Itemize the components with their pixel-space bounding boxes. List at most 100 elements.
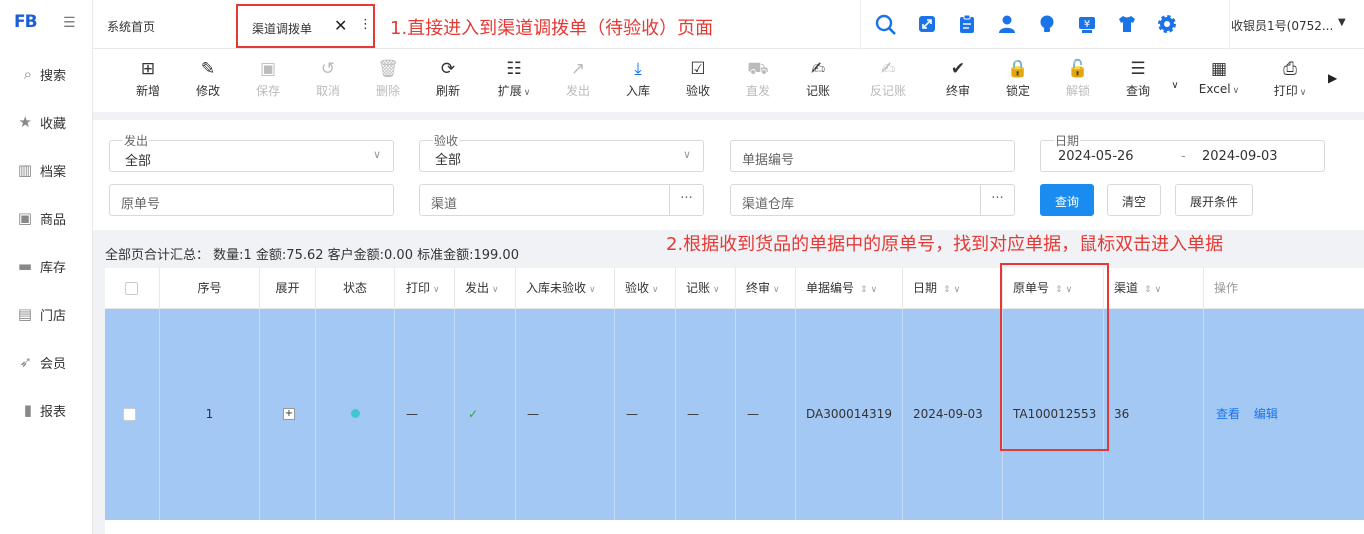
excel-button[interactable]: ▦ Excel ∨ (1191, 57, 1247, 96)
user-icon[interactable] (996, 14, 1018, 36)
sidebar-item-report[interactable]: ▮ 报表 (0, 390, 93, 430)
table-row[interactable]: 1 + — ✓ — — — — DA300014319 2024-09-03 T… (105, 309, 1364, 520)
inventory-icon: ▬ (17, 257, 32, 275)
cell-post: — (676, 309, 736, 520)
chevron-down-icon: ∨ (1232, 86, 1240, 96)
unlock-button[interactable]: 🔓 解锁 (1056, 57, 1100, 99)
direct-send-button[interactable]: ⛟ 直发 (736, 57, 780, 99)
bulb-icon[interactable] (1036, 14, 1058, 36)
close-icon[interactable]: ✕ (334, 16, 347, 35)
toolbar-more-icon[interactable]: ▶ (1328, 71, 1337, 85)
status-dot (351, 409, 360, 418)
send-button[interactable]: ↗ 发出 (556, 57, 600, 99)
query-dropdown[interactable]: ∨ (1165, 79, 1185, 91)
chevron-down-icon: ∨ (433, 285, 440, 295)
row-checkbox[interactable] (123, 408, 136, 421)
clipboard-icon[interactable] (956, 14, 978, 36)
cell-send: ✓ (455, 309, 516, 520)
edit-button[interactable]: ✎ 修改 (186, 57, 230, 99)
printer-icon: ⎙ (1283, 59, 1297, 79)
header-send[interactable]: 发出 ∨ (455, 268, 516, 309)
expand-conditions-button[interactable]: 展开条件 (1175, 184, 1253, 216)
sidebar-item-member[interactable]: ➶ 会员 (0, 342, 93, 382)
truck-icon: ⛟ (747, 59, 769, 79)
star-icon: ★ (18, 113, 32, 131)
save-button[interactable]: ▣ 保存 (246, 57, 290, 99)
top-bar: 系统首页 渠道调拨单 ✕ ⋮ 1.直接进入到渠道调拨单（待验收）页面 ¥ 收银员… (93, 0, 1364, 49)
edit-link[interactable]: 编辑 (1254, 407, 1278, 421)
chevron-down-icon: ∨ (953, 285, 961, 295)
gear-icon[interactable] (1156, 14, 1178, 36)
member-icon: ➶ (19, 353, 32, 371)
final-review-button[interactable]: ✔ 终审 (936, 57, 980, 99)
sidebar-item-store[interactable]: ▤ 门店 (0, 294, 93, 334)
header-seq: 序号 (160, 268, 260, 309)
chevron-down-icon: ∨ (652, 285, 659, 295)
goods-icon: ▣ (17, 209, 32, 227)
clear-button[interactable]: 清空 (1107, 184, 1161, 216)
channel-warehouse-input[interactable]: 渠道仓库 ··· (730, 184, 1015, 216)
header-date[interactable]: 日期 ⇕ ∨ (903, 268, 1003, 309)
send-select[interactable]: 发出 全部 ∨ (109, 134, 394, 172)
cell-seq: 1 (160, 309, 260, 520)
post-button[interactable]: ✍ 记账 (796, 57, 840, 99)
query-submit-button[interactable]: 查询 (1040, 184, 1094, 216)
sidebar-item-archive[interactable]: ▥ 档案 (0, 150, 93, 190)
resize-icon[interactable] (916, 14, 938, 36)
tab-home[interactable]: 系统首页 (107, 18, 155, 35)
warehouse-picker-button[interactable]: ··· (980, 185, 1014, 215)
report-icon: ▮ (23, 401, 32, 419)
refresh-button[interactable]: ⟳ 刷新 (426, 57, 470, 99)
sidebar-item-search[interactable]: ⌕ 搜索 (0, 54, 93, 94)
view-link[interactable]: 查看 (1216, 407, 1240, 421)
chevron-down-icon: ∨ (682, 148, 691, 161)
header-post[interactable]: 记账 ∨ (676, 268, 736, 309)
collapse-menu-icon[interactable]: ☰ (63, 15, 79, 31)
unpost-button[interactable]: ✍ 反记账 (866, 57, 910, 99)
header-print[interactable]: 打印 ∨ (395, 268, 455, 309)
accept-button[interactable]: ☑ 验收 (676, 57, 720, 99)
select-all-checkbox[interactable] (125, 282, 138, 295)
unledger-icon: ✍ (880, 59, 896, 79)
orig-no-input[interactable]: 原单号 (109, 184, 394, 216)
chevron-down-icon[interactable]: ▼ (1338, 17, 1346, 28)
lock-button[interactable]: 🔒 锁定 (996, 57, 1040, 99)
sidebar-item-goods[interactable]: ▣ 商品 (0, 198, 93, 238)
cancel-button[interactable]: ↺ 取消 (306, 57, 350, 99)
channel-picker-button[interactable]: ··· (669, 185, 703, 215)
header-channel[interactable]: 渠道 ⇕ ∨ (1104, 268, 1204, 309)
check-circle-icon: ✔ (950, 59, 966, 79)
user-name[interactable]: 收银员1号(0752... (1231, 17, 1333, 34)
plus-doc-icon: ⊞ (140, 59, 156, 79)
expand-row-button[interactable]: + (283, 408, 295, 420)
add-button[interactable]: ⊞ 新增 (126, 57, 170, 99)
extend-button[interactable]: ☷ 扩展 ∨ (491, 57, 537, 99)
sort-icon[interactable]: ⇕ (943, 285, 951, 295)
cashier-icon[interactable]: ¥ (1076, 14, 1098, 36)
table-header: 序号 展开 状态 打印 ∨ 发出 ∨ 入库未验收 ∨ 验收 ∨ 记账 ∨ 终审 ∨ 单据编号… (105, 268, 1364, 309)
date-range[interactable]: 日期 2024-05-26 - 2024-09-03 (1040, 134, 1325, 172)
accept-select[interactable]: 验收 全部 ∨ (419, 134, 704, 172)
table-icon: ▦ (1210, 59, 1228, 79)
header-accept[interactable]: 验收 ∨ (615, 268, 676, 309)
doc-no-input[interactable]: 单据编号 (730, 140, 1015, 172)
more-vertical-icon[interactable]: ⋮ (359, 17, 372, 32)
date-to[interactable]: 2024-09-03 (1202, 149, 1278, 164)
header-instock[interactable]: 入库未验收 ∨ (516, 268, 615, 309)
date-from[interactable]: 2024-05-26 (1058, 149, 1134, 164)
header-doc-no[interactable]: 单据编号 ⇕ ∨ (796, 268, 903, 309)
sidebar-item-inventory[interactable]: ▬ 库存 (0, 246, 93, 286)
sort-icon[interactable]: ⇕ (1144, 285, 1152, 295)
delete-button[interactable]: 🗑 删除 (366, 57, 410, 99)
header-final[interactable]: 终审 ∨ (736, 268, 796, 309)
tab-channel-transfer[interactable]: 渠道调拨单 ✕ ⋮ (236, 4, 375, 48)
sort-icon[interactable]: ⇕ (860, 285, 868, 295)
print-button[interactable]: ⎙ 打印 ∨ (1265, 57, 1315, 99)
sidebar-item-favorites[interactable]: ★ 收藏 (0, 102, 93, 142)
lock-icon: 🔒 (1007, 59, 1029, 79)
instock-button[interactable]: ⤓ 入库 (616, 57, 660, 99)
search-icon[interactable] (875, 14, 897, 36)
channel-input[interactable]: 渠道 ··· (419, 184, 704, 216)
query-button[interactable]: ☰ 查询 (1116, 57, 1160, 99)
shirt-icon[interactable] (1116, 14, 1138, 36)
